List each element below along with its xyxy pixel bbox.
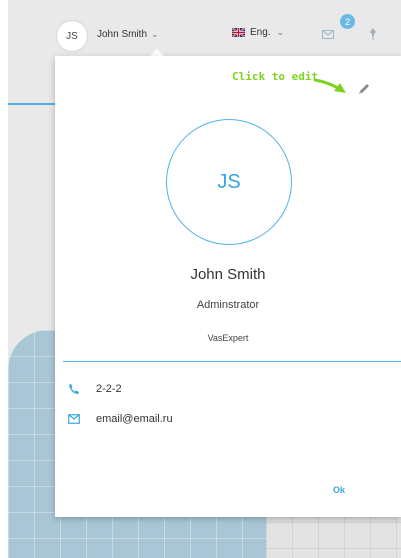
click-to-edit-annotation: Click to edit [232,70,319,83]
language-selector[interactable]: Eng. ⌄ [232,27,284,38]
email-row: email@email.ru [68,413,173,425]
user-menu-button[interactable]: John Smith ⌄ [97,29,159,40]
divider [63,361,401,362]
popover-caret [150,49,164,56]
background-strip [0,0,8,558]
notification-badge: 2 [340,14,355,29]
edit-pencil-icon[interactable] [357,82,371,96]
phone-value: 2-2-2 [96,383,122,395]
pin-icon[interactable] [368,28,378,40]
mail-icon[interactable] [322,30,334,39]
phone-row: 2-2-2 [68,383,122,395]
profile-company: VasExpert [207,333,249,343]
profile-role: Adminstrator [196,299,260,311]
profile-name: John Smith [190,266,266,283]
email-icon [68,414,80,424]
user-menu-label: John Smith [97,29,148,40]
profile-avatar: JS [166,119,292,245]
email-value: email@email.ru [96,413,173,425]
ok-button[interactable]: Ok [333,485,345,495]
background-accent-line [8,103,56,105]
language-label: Eng. [250,27,271,38]
uk-flag-icon [232,28,245,37]
top-bar: JS John Smith ⌄ Eng. ⌄ 2 [0,0,401,56]
chevron-down-icon: ⌄ [151,29,159,39]
phone-icon [69,384,79,394]
annotation-arrow-icon [313,78,346,93]
chevron-down-icon: ⌄ [276,27,285,37]
avatar[interactable]: JS [56,20,88,52]
